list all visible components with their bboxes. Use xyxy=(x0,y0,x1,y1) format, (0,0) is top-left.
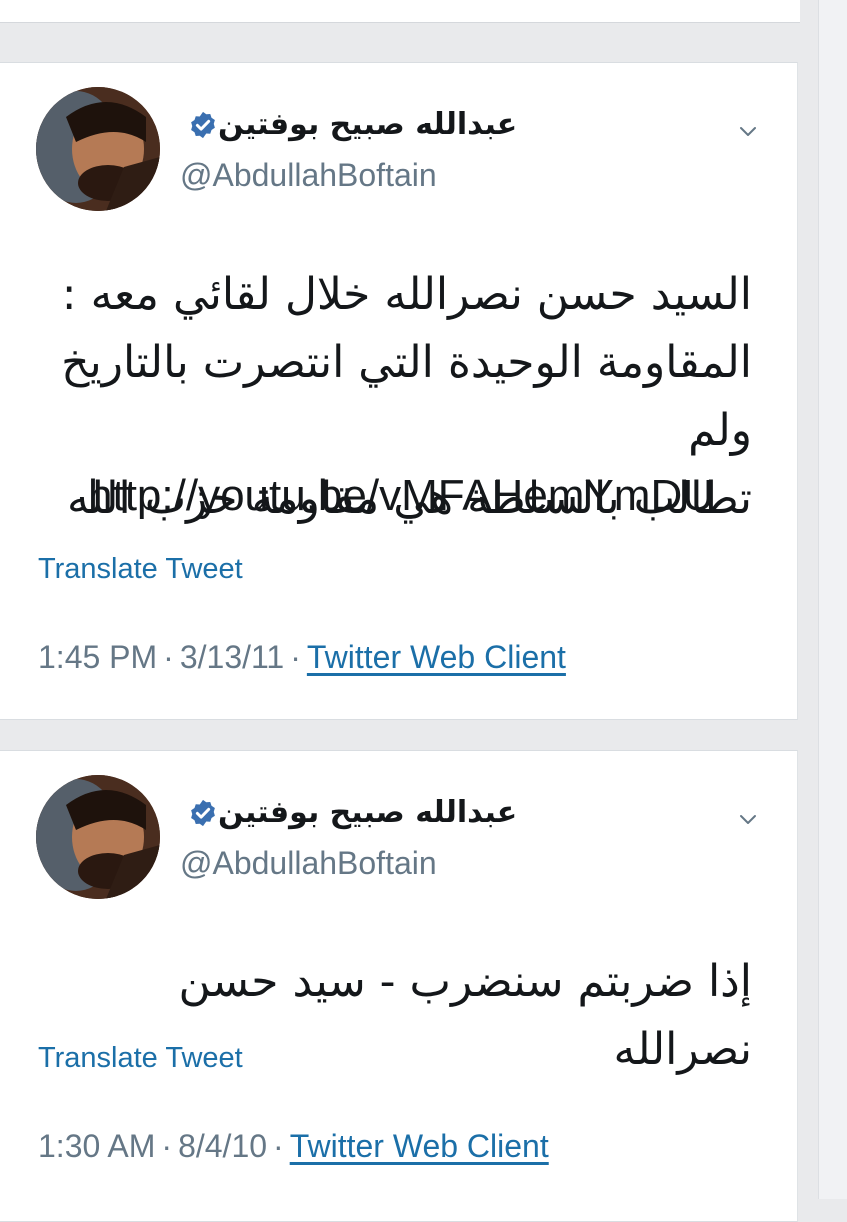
chevron-down-icon[interactable] xyxy=(736,807,760,831)
tweet-card[interactable]: عبدالله صبيح بوفتين @AbdullahBoftain إذا… xyxy=(0,750,798,1222)
client-link[interactable]: Twitter Web Client xyxy=(307,639,566,675)
translate-tweet-link[interactable]: Translate Tweet xyxy=(38,1042,243,1075)
tweet-text-line: السيد حسن نصرالله خلال لقائي معه : xyxy=(61,269,752,320)
tweet-date[interactable]: 3/13/11 xyxy=(180,639,284,675)
tweet-card[interactable]: عبدالله صبيح بوفتين @AbdullahBoftain الس… xyxy=(0,62,798,720)
tweet-time: 1:45 PM xyxy=(38,639,158,675)
avatar[interactable] xyxy=(36,775,160,899)
author-name-row[interactable]: عبدالله صبيح بوفتين xyxy=(178,107,517,142)
separator-dot: · xyxy=(290,639,301,675)
verified-badge-icon xyxy=(191,111,215,138)
tweet-link[interactable]: http://youtu.be/vMFAHemYmDU xyxy=(88,471,714,521)
verified-badge-icon xyxy=(191,799,215,826)
display-name[interactable]: عبدالله صبيح بوفتين xyxy=(218,107,517,142)
avatar[interactable] xyxy=(36,87,160,211)
author-name-row[interactable]: عبدالله صبيح بوفتين xyxy=(178,795,517,830)
author-handle[interactable]: @AbdullahBoftain xyxy=(180,157,437,194)
tweet-metadata: 1:45 PM · 3/13/11 · Twitter Web Client xyxy=(38,639,566,676)
author-handle[interactable]: @AbdullahBoftain xyxy=(180,845,437,882)
scroll-area-edge xyxy=(818,0,847,1199)
tweet-text-line: المقاومة الوحيدة التي انتصرت بالتاريخ ول… xyxy=(61,337,752,456)
translate-tweet-link[interactable]: Translate Tweet xyxy=(38,553,243,586)
separator-dot: · xyxy=(161,1128,173,1164)
display-name[interactable]: عبدالله صبيح بوفتين xyxy=(218,795,517,830)
client-link[interactable]: Twitter Web Client xyxy=(290,1128,549,1164)
chevron-down-icon[interactable] xyxy=(736,119,760,143)
tweet-time: 1:30 AM xyxy=(38,1128,156,1164)
tweet-date[interactable]: 8/4/10 xyxy=(178,1128,267,1164)
tweet-metadata: 1:30 AM · 8/4/10 · Twitter Web Client xyxy=(38,1128,549,1165)
separator-dot: · xyxy=(163,639,174,675)
separator-dot: · xyxy=(273,1128,284,1164)
previous-card-edge xyxy=(0,0,800,23)
